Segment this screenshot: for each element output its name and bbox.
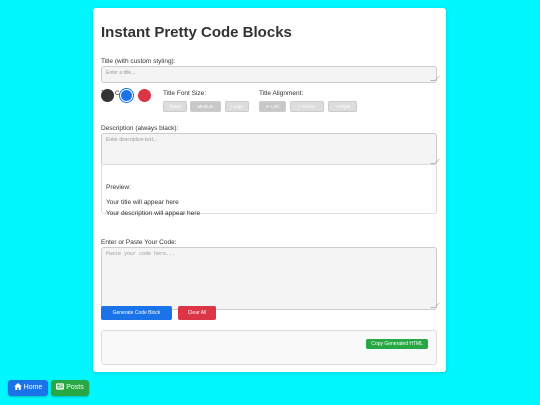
posts-button[interactable]: Posts xyxy=(51,380,89,396)
description-input-placeholder: Enter description text... xyxy=(106,137,158,143)
resize-handle-icon[interactable] xyxy=(430,303,440,308)
align-right-button[interactable]: ⇥ Right xyxy=(328,101,357,112)
copy-html-button[interactable]: Copy Generated HTML xyxy=(366,339,428,349)
alignment-label: Title Alignment: xyxy=(259,90,304,97)
page-title: Instant Pretty Code Blocks xyxy=(101,24,292,41)
align-center-button[interactable]: ≡ Center xyxy=(290,101,324,112)
color-swatch-blue[interactable] xyxy=(120,89,133,102)
font-size-medium-button[interactable]: Medium xyxy=(190,101,221,112)
output-panel: Copy Generated HTML xyxy=(101,330,437,365)
home-button[interactable]: Home xyxy=(8,380,48,396)
title-field-label: Title (with custom styling): xyxy=(101,58,176,65)
title-input[interactable]: Enter a title... xyxy=(101,66,440,83)
clear-button[interactable]: Clear All xyxy=(178,306,216,320)
color-swatch-red[interactable] xyxy=(138,89,151,102)
code-input[interactable]: Paste your code here... xyxy=(101,247,440,310)
description-field-label: Description (always black): xyxy=(101,125,179,132)
font-size-large-button[interactable]: Large xyxy=(225,101,249,112)
editor-card: Instant Pretty Code Blocks Title (with c… xyxy=(93,8,446,372)
font-size-small-button[interactable]: Small xyxy=(163,101,187,112)
posts-label: Posts xyxy=(66,384,84,391)
color-swatch-black[interactable] xyxy=(101,89,114,102)
code-field-label: Enter or Paste Your Code: xyxy=(101,239,177,246)
align-left-button[interactable]: ⇤ Left xyxy=(259,101,286,112)
font-size-label: Title Font Size: xyxy=(163,90,207,97)
description-input[interactable]: Enter description text... xyxy=(101,133,440,166)
preview-panel: Preview: Your title will appear here You… xyxy=(101,164,437,217)
title-input-placeholder: Enter a title... xyxy=(106,70,136,76)
generate-button[interactable]: Generate Code Block xyxy=(101,306,172,320)
posts-icon xyxy=(56,383,65,390)
preview-title: Your title will appear here xyxy=(106,199,179,206)
preview-description: Your description will appear here xyxy=(106,210,201,217)
preview-label: Preview: xyxy=(106,184,131,191)
resize-handle-icon[interactable] xyxy=(430,76,440,81)
code-input-placeholder: Paste your code here... xyxy=(106,251,176,257)
home-icon xyxy=(13,383,22,390)
home-label: Home xyxy=(23,384,43,391)
